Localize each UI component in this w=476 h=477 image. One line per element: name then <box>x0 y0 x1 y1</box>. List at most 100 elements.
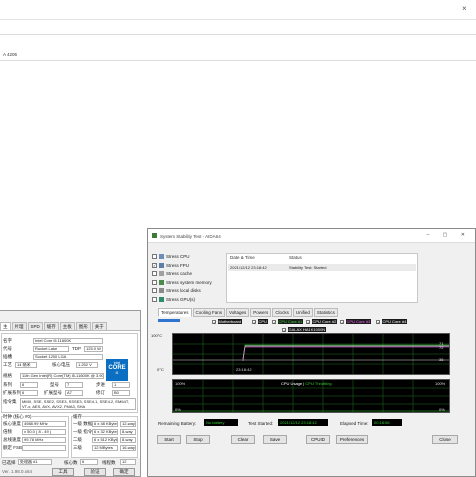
legend-galax-ssd[interactable]: ✓ GALAX HA1K1000N <box>282 327 327 332</box>
legend-checkbox[interactable]: ✓ <box>306 319 310 324</box>
fpu-icon <box>159 262 164 268</box>
stress-cpu-checkbox[interactable] <box>152 254 157 259</box>
package-label: 插槽 <box>3 354 12 359</box>
sst-titlebar[interactable]: System Stability Test - AIDA64 – ▢ ✕ <box>148 229 475 243</box>
legend-label: CPU Core #1 <box>277 319 304 324</box>
bus-speed-value: 99.78 MHz <box>22 437 66 443</box>
stress-memory-checkbox[interactable] <box>152 279 157 285</box>
legend-checkbox[interactable]: ✓ <box>376 319 380 324</box>
stress-gpu-label: Stress GPU(s) <box>166 296 196 302</box>
tools-button[interactable]: 工具 <box>52 468 74 476</box>
graph-tabs: Temperatures Cooling Fans Voltages Power… <box>158 308 339 317</box>
temp-value-2: 72 <box>439 345 444 350</box>
threads-label: 线程数 <box>102 460 116 465</box>
ext-model-value: A7 <box>65 390 83 396</box>
model-label: 型号 <box>50 382 59 387</box>
multiplier-value: x 50.0 ( 8 - 49 ) <box>22 429 66 435</box>
start-button[interactable]: Start <box>157 435 181 444</box>
l3-value: 12 MBytes <box>92 445 118 451</box>
intel-core-logo: intel CORE i5 <box>106 359 128 381</box>
status-table: Date & Time Status 2021/12/12 23:18:42 S… <box>226 253 418 303</box>
stress-disks-item[interactable]: Stress local disks <box>152 287 212 294</box>
l1-inst-label: 一级 指令 <box>73 429 93 434</box>
close-icon[interactable]: × <box>462 4 467 13</box>
l3-label: 三级 <box>73 445 82 450</box>
stress-gpu-item[interactable]: Stress GPU(s) <box>152 296 212 303</box>
legend-cpu-core-3[interactable]: ✓ CPU Core #3 <box>340 319 372 324</box>
legend-cpu-core-2[interactable]: ✓ CPU Core #2 <box>306 319 338 324</box>
cache-icon <box>159 271 164 276</box>
legend-cpu-core-1[interactable]: ✓ CPU Core #1 <box>272 319 304 324</box>
close-button[interactable]: Close <box>432 435 458 444</box>
cores-label: 核心数 <box>64 460 78 465</box>
system-stability-test-window: System Stability Test - AIDA64 – ▢ ✕ Str… <box>147 228 476 477</box>
processor-select[interactable]: 处理器 #1 <box>18 459 52 465</box>
tab-clocks[interactable]: Clocks <box>272 308 292 317</box>
background-info-strip: A 4206 <box>0 34 476 61</box>
cpuz-cpu-panel: 名字 Intel Core i5 11600K 代号 Rocket Lake T… <box>0 330 140 458</box>
stress-fpu-label: Stress FPU <box>166 262 190 268</box>
tab-statistics[interactable]: Statistics <box>313 308 338 317</box>
family-label: 系列 <box>3 382 12 387</box>
cpuid-button[interactable]: CPUID <box>306 435 330 444</box>
test-status-bar: Remaining Battery: No battery Test Start… <box>148 417 475 431</box>
stress-fpu-checkbox[interactable]: ✓ <box>152 262 157 268</box>
legend-checkbox[interactable]: ✓ <box>340 319 344 324</box>
stress-memory-item[interactable]: Stress system memory <box>152 279 212 286</box>
l1-inst-value: 6 x 32 KBytes <box>92 429 118 435</box>
cpu-usage-graph: CPU Usage | CPU Throttling 100% 0% 100% … <box>172 379 450 413</box>
cpu-graph-title: CPU Usage | CPU Throttling <box>281 381 332 386</box>
legend-cpu-core-4[interactable]: ✓ CPU Core #4 <box>376 319 408 324</box>
revision-value: B0 <box>112 390 130 396</box>
stress-cpu-item[interactable]: Stress CPU <box>152 253 212 260</box>
cpu-axis-min-right: 0% <box>439 407 445 412</box>
legend-motherboard[interactable]: ✓ Motherboard <box>212 319 243 324</box>
sst-window-title: System Stability Test - AIDA64 <box>160 234 221 239</box>
stress-cache-checkbox[interactable] <box>152 271 157 276</box>
preferences-button[interactable]: Preferences <box>336 435 368 444</box>
memory-icon <box>159 279 164 285</box>
temp-time-label: 23:18:42 <box>236 367 252 372</box>
control-buttons: Start Stop Clear Save CPUID Preferences … <box>148 435 475 447</box>
tdp-value: 125.0 W <box>84 346 103 352</box>
clocks-title: 时钟 (核心 #0) <box>3 414 32 420</box>
tab-temperatures[interactable]: Temperatures <box>158 308 192 317</box>
tab-unified[interactable]: Unified <box>292 308 313 317</box>
legend-checkbox[interactable]: ✓ <box>272 319 276 324</box>
stress-options-list: Stress CPU ✓ Stress FPU Stress cache Str… <box>152 253 212 304</box>
l3-way: 16-way <box>120 445 136 451</box>
aida64-app-icon <box>152 233 157 238</box>
clear-button[interactable]: Clear <box>231 435 255 444</box>
temperature-graph-canvas <box>173 334 449 374</box>
legend-checkbox[interactable]: ✓ <box>282 327 286 332</box>
background-strip-text: A 4206 <box>3 52 18 57</box>
save-button[interactable]: Save <box>263 435 287 444</box>
tab-cooling-fans[interactable]: Cooling Fans <box>192 308 226 317</box>
family-value: 6 <box>20 382 38 388</box>
remaining-battery-label: Remaining Battery: <box>158 421 197 426</box>
disk-icon <box>159 288 164 293</box>
elapsed-time-label: Elapsed Time: <box>340 421 369 426</box>
ok-button[interactable]: 确定 <box>113 468 135 476</box>
tab-voltages[interactable]: Voltages <box>226 308 250 317</box>
core-voltage-value: 1.252 V <box>76 362 98 368</box>
legend-checkbox[interactable]: ✓ <box>252 319 256 324</box>
name-value: Intel Core i5 11600K <box>33 338 103 344</box>
temperature-line-cpu <box>242 345 449 360</box>
validate-button[interactable]: 验证 <box>84 468 106 476</box>
window-controls[interactable]: – ▢ ✕ <box>427 232 471 238</box>
legend-label: CPU Core #3 <box>345 319 372 324</box>
tab-powers[interactable]: Powers <box>250 308 272 317</box>
stop-button[interactable]: Stop <box>186 435 210 444</box>
legend-cpu[interactable]: ✓ CPU <box>252 319 268 324</box>
stress-disks-checkbox[interactable] <box>152 288 157 293</box>
cpuz-window: 主 片理 SPD 缓存 主板 图形 关于 名字 Intel Core i5 11… <box>0 310 141 477</box>
stress-cache-item[interactable]: Stress cache <box>152 270 212 277</box>
stress-gpu-checkbox[interactable] <box>152 296 157 302</box>
temp-axis-max: 100°C <box>151 333 163 338</box>
l1-inst-way: 8-way <box>120 429 136 435</box>
technology-label: 工艺 <box>3 362 12 367</box>
selection-label: 已选择 <box>2 460 16 465</box>
legend-checkbox[interactable]: ✓ <box>212 319 216 324</box>
stress-fpu-item[interactable]: ✓ Stress FPU <box>152 262 212 269</box>
